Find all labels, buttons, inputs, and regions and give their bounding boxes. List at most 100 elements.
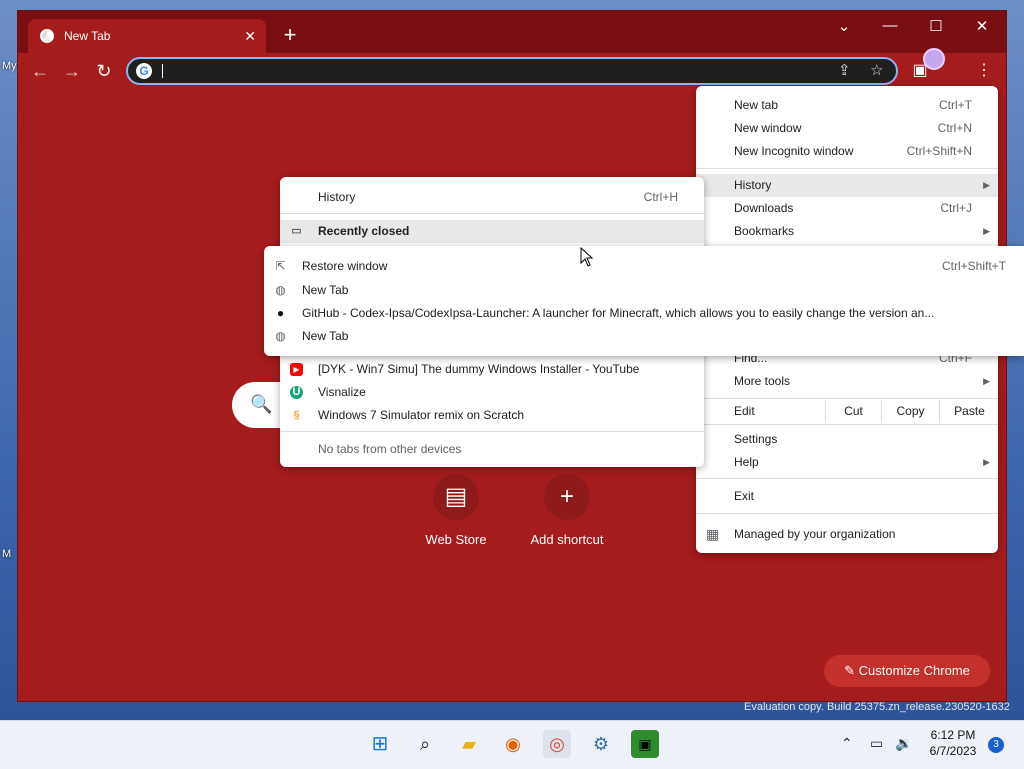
- submenu-arrow-icon: ▶: [983, 226, 990, 236]
- minimize-button[interactable]: —: [876, 17, 904, 34]
- submenu-arrow-icon: ▶: [983, 376, 990, 386]
- recently-closed-item[interactable]: ◍ New Tab: [264, 279, 1024, 302]
- recently-closed-item[interactable]: ● GitHub - Codex-Ipsa/CodexIpsa-Launcher:…: [264, 302, 1024, 325]
- menu-item-more-tools[interactable]: More tools ▶: [696, 370, 998, 393]
- shortcut-label: Add shortcut: [530, 532, 604, 547]
- copy-button[interactable]: Copy: [881, 400, 939, 423]
- mouse-cursor-icon: [580, 247, 594, 267]
- menu-divider: [696, 168, 998, 169]
- file-explorer-icon[interactable]: ▰: [455, 730, 483, 758]
- customize-chrome-button[interactable]: ✎ Customize Chrome: [824, 655, 990, 687]
- menu-label: New window: [734, 121, 802, 135]
- recently-closed-submenu: ⇱ Restore window Ctrl+Shift+T ◍ New Tab ● Gi…: [264, 246, 1024, 356]
- menu-item-exit[interactable]: Exit: [696, 485, 998, 508]
- taskbar: ⊞ ⌕ ▰ ◉ ◎ ⚙ ▣ ⌃ ▭ 🔉 6:12 PM 6/7/2023 3: [0, 720, 1024, 769]
- web-store-icon: ▤: [433, 474, 479, 520]
- clock[interactable]: 6:12 PM 6/7/2023: [920, 727, 986, 759]
- history-item[interactable]: ▶ [DYK - Win7 Simu] The dummy Windows Ins…: [280, 358, 704, 381]
- menu-label: Help: [734, 455, 759, 469]
- tab-icon: ▭: [291, 225, 302, 237]
- paste-button[interactable]: Paste: [939, 400, 999, 423]
- menu-label: Managed by your organization: [734, 527, 896, 541]
- history-item-recently-closed[interactable]: ▭ Recently closed: [280, 220, 704, 243]
- volume-icon[interactable]: 🔉: [895, 735, 912, 752]
- menu-label: More tools: [734, 374, 791, 388]
- plus-icon: +: [544, 474, 590, 520]
- menu-shortcut: Ctrl+T: [939, 98, 972, 112]
- more-menu-icon[interactable]: ⋮: [972, 59, 996, 83]
- menu-divider: [696, 424, 998, 425]
- history-item[interactable]: § Windows 7 Simulator remix on Scratch: [280, 404, 704, 427]
- new-tab-button[interactable]: +: [276, 21, 304, 49]
- menu-divider: [280, 213, 704, 214]
- google-icon: G: [136, 63, 152, 79]
- menu-shortcut: Ctrl+H: [643, 190, 678, 204]
- history-item-no-tabs: No tabs from other devices: [280, 438, 704, 461]
- maximize-button[interactable]: ☐: [922, 17, 950, 35]
- menu-label: History: [318, 190, 356, 204]
- youtube-icon: ▶: [290, 363, 303, 376]
- menu-shortcut: Ctrl+N: [937, 121, 972, 135]
- history-item[interactable]: U Visnalize: [280, 381, 704, 404]
- menu-shortcut: Ctrl+J: [940, 201, 972, 215]
- notification-badge[interactable]: 3: [988, 737, 1004, 753]
- menu-item-downloads[interactable]: Downloads Ctrl+J: [696, 197, 998, 220]
- tab-new-tab[interactable]: New Tab ✕: [28, 19, 266, 53]
- firefox-icon[interactable]: ◉: [499, 730, 527, 758]
- clock-date: 6/7/2023: [929, 744, 977, 758]
- minecraft-launcher-icon[interactable]: ▣: [631, 730, 659, 758]
- text-caret: [162, 64, 163, 78]
- recently-closed-item[interactable]: ⇱ Restore window Ctrl+Shift+T: [264, 255, 1024, 278]
- search-icon[interactable]: ⌕: [411, 730, 439, 758]
- recently-closed-item[interactable]: ◍ New Tab: [264, 325, 1024, 348]
- menu-label: Restore window: [302, 259, 388, 273]
- desktop-icon-label[interactable]: My: [2, 60, 17, 72]
- menu-item-new-window[interactable]: New window Ctrl+N: [696, 117, 998, 140]
- address-bar[interactable]: G ⇪ ☆: [126, 57, 898, 85]
- menu-label: Bookmarks: [734, 224, 795, 238]
- menu-shortcut: Ctrl+Shift+N: [906, 144, 972, 158]
- bookmark-star-icon[interactable]: ☆: [870, 61, 883, 79]
- tab-search-chevron-icon[interactable]: ⌄: [830, 17, 858, 35]
- back-icon[interactable]: ←: [28, 59, 52, 83]
- network-icon[interactable]: ▭: [870, 735, 883, 752]
- share-icon[interactable]: ⇪: [838, 61, 851, 79]
- menu-item-new-incognito[interactable]: New Incognito window Ctrl+Shift+N: [696, 140, 998, 163]
- menu-label: New Tab: [302, 329, 349, 343]
- close-tab-icon[interactable]: ✕: [244, 28, 256, 45]
- menu-item-managed[interactable]: ▦ Managed by your organization: [696, 523, 998, 546]
- settings-gear-icon[interactable]: ⚙: [587, 730, 615, 758]
- profile-avatar[interactable]: [923, 48, 945, 70]
- desktop-icon-label[interactable]: M: [2, 548, 11, 560]
- menu-item-bookmarks[interactable]: Bookmarks ▶: [696, 220, 998, 243]
- forward-icon[interactable]: →: [60, 59, 84, 83]
- close-window-button[interactable]: ✕: [968, 17, 996, 35]
- building-icon: ▦: [706, 526, 720, 542]
- history-item-history[interactable]: History Ctrl+H: [280, 186, 704, 209]
- submenu-arrow-icon: ▶: [983, 457, 990, 467]
- cut-button[interactable]: Cut: [825, 400, 881, 423]
- evaluation-watermark: Evaluation copy. Build 25375.zn_release.…: [744, 701, 1010, 713]
- title-bar: New Tab ✕ + ⌄ — ☐ ✕: [18, 11, 1006, 53]
- chevron-up-icon[interactable]: ⌃: [841, 735, 853, 752]
- menu-divider: [696, 478, 998, 479]
- globe-icon: ◍: [275, 329, 286, 343]
- menu-item-settings[interactable]: Settings: [696, 428, 998, 451]
- menu-label: Recently closed: [318, 224, 410, 238]
- menu-item-help[interactable]: Help ▶: [696, 451, 998, 474]
- shortcut-web-store[interactable]: ▤ Web Store: [411, 474, 501, 547]
- chrome-taskbar-icon[interactable]: ◎: [543, 730, 571, 758]
- chrome-icon: [40, 29, 54, 43]
- customize-label: Customize Chrome: [858, 663, 970, 678]
- menu-item-new-tab[interactable]: New tab Ctrl+T: [696, 94, 998, 117]
- menu-divider: [280, 431, 704, 432]
- shortcut-add[interactable]: + Add shortcut: [522, 474, 612, 547]
- menu-label: Visnalize: [318, 385, 366, 399]
- menu-label: Exit: [734, 489, 755, 503]
- reload-icon[interactable]: ↻: [92, 59, 116, 83]
- menu-label: No tabs from other devices: [318, 442, 462, 456]
- menu-item-history[interactable]: History ▶: [696, 174, 998, 197]
- windows-start-icon[interactable]: ⊞: [366, 730, 394, 758]
- menu-label: New Incognito window: [734, 144, 854, 158]
- toolbar: ← → ↻ G ⇪ ☆ ▣ ⋮: [18, 53, 1006, 89]
